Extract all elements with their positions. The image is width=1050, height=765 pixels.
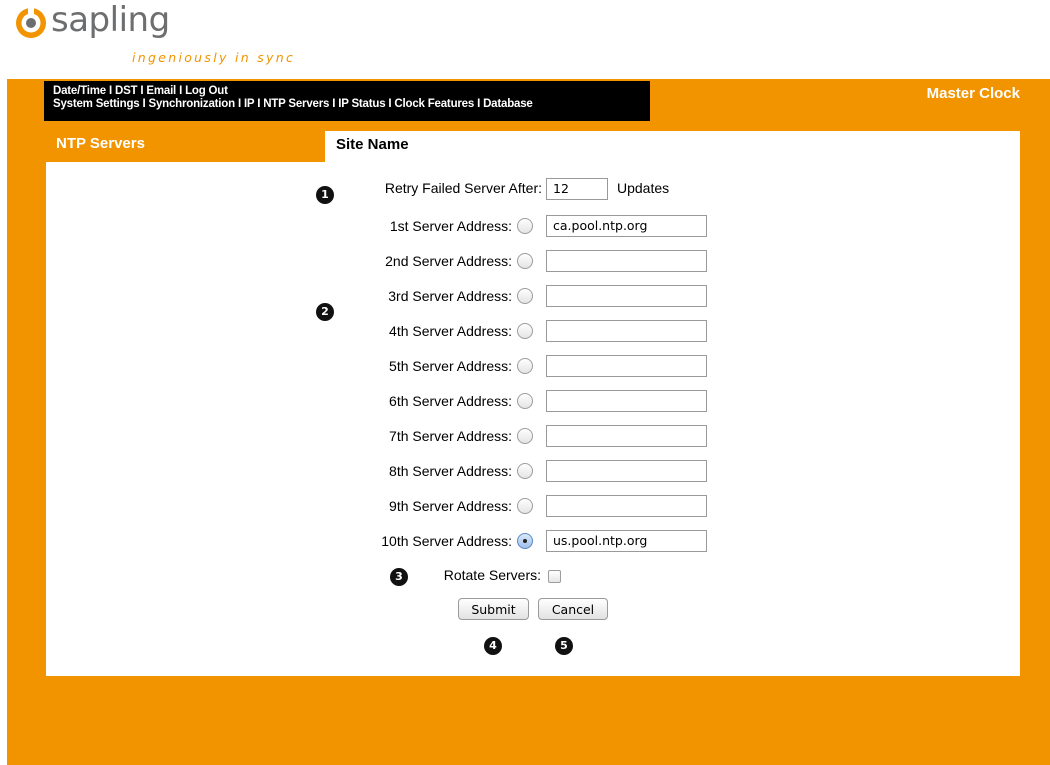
site-name: Site Name [336,136,409,153]
callout-badge-2: 2 [316,303,334,321]
nav-link-date-time[interactable]: Date/Time [53,85,106,97]
retry-label: Retry Failed Server After: [384,180,542,196]
submit-button[interactable]: Submit [458,598,529,620]
nav-link-ntp-servers[interactable]: NTP Servers [263,98,329,110]
brand-tagline: ingeniously in sync [132,50,296,65]
server-1-address-input[interactable]: ca.pool.ntp.org [546,215,707,237]
top-navigation: Date/Time I DST I Email I Log Out System… [44,81,650,121]
server-2-label: 2nd Server Address: [385,253,512,269]
rotate-servers-label: Rotate Servers: [443,567,541,583]
callout-badge-5: 5 [555,637,573,655]
server-3-radio[interactable] [517,288,533,304]
server-5-radio[interactable] [517,358,533,374]
server-6-address-input[interactable] [546,390,707,412]
sapling-logo-icon [16,6,46,38]
server-10-address-input[interactable]: us.pool.ntp.org [546,530,707,552]
server-5-label: 5th Server Address: [389,358,512,374]
server-2-address-input[interactable] [546,250,707,272]
nav-link-system-settings[interactable]: System Settings [53,98,140,110]
site-name-tab [325,131,1020,161]
nav-link-ip[interactable]: IP [244,98,254,110]
rotate-servers-checkbox[interactable] [548,570,561,583]
server-4-label: 4th Server Address: [389,323,512,339]
nav-link-clock-features[interactable]: Clock Features [394,98,474,110]
nav-link-email[interactable]: Email [146,85,176,97]
retry-input[interactable]: 12 [546,178,608,200]
server-4-address-input[interactable] [546,320,707,342]
sapling-logo: sapling ingeniously in sync [14,0,334,70]
server-9-label: 9th Server Address: [389,498,512,514]
server-10-radio[interactable] [517,533,533,549]
server-1-label: 1st Server Address: [389,218,512,234]
server-8-address-input[interactable] [546,460,707,482]
content-panel [46,134,1020,676]
retry-unit: Updates [617,180,670,196]
nav-link-log-out[interactable]: Log Out [185,85,228,97]
server-2-radio[interactable] [517,253,533,269]
nav-link-database[interactable]: Database [483,98,533,110]
nav-row-1: Date/Time I DST I Email I Log Out [53,85,650,98]
callout-badge-4: 4 [484,637,502,655]
nav-link-dst[interactable]: DST [115,85,138,97]
server-7-radio[interactable] [517,428,533,444]
device-title: Master Clock [926,85,1020,102]
server-5-address-input[interactable] [546,355,707,377]
server-8-label: 8th Server Address: [389,463,512,479]
cancel-button[interactable]: Cancel [538,598,608,620]
server-9-radio[interactable] [517,498,533,514]
server-3-address-input[interactable] [546,285,707,307]
nav-row-2: System Settings I Synchronization I IP I… [53,98,650,111]
callout-badge-3: 3 [390,568,408,586]
callout-badge-1: 1 [316,186,334,204]
server-3-label: 3rd Server Address: [388,288,512,304]
server-1-radio[interactable] [517,218,533,234]
nav-link-ip-status[interactable]: IP Status [338,98,385,110]
server-7-address-input[interactable] [546,425,707,447]
server-6-label: 6th Server Address: [389,393,512,409]
server-8-radio[interactable] [517,463,533,479]
server-10-label: 10th Server Address: [381,533,512,549]
sidebar-title: NTP Servers [56,135,145,152]
server-6-radio[interactable] [517,393,533,409]
server-9-address-input[interactable] [546,495,707,517]
nav-link-synchronization[interactable]: Synchronization [148,98,235,110]
brand-name: sapling [51,0,170,40]
server-4-radio[interactable] [517,323,533,339]
server-7-label: 7th Server Address: [389,428,512,444]
